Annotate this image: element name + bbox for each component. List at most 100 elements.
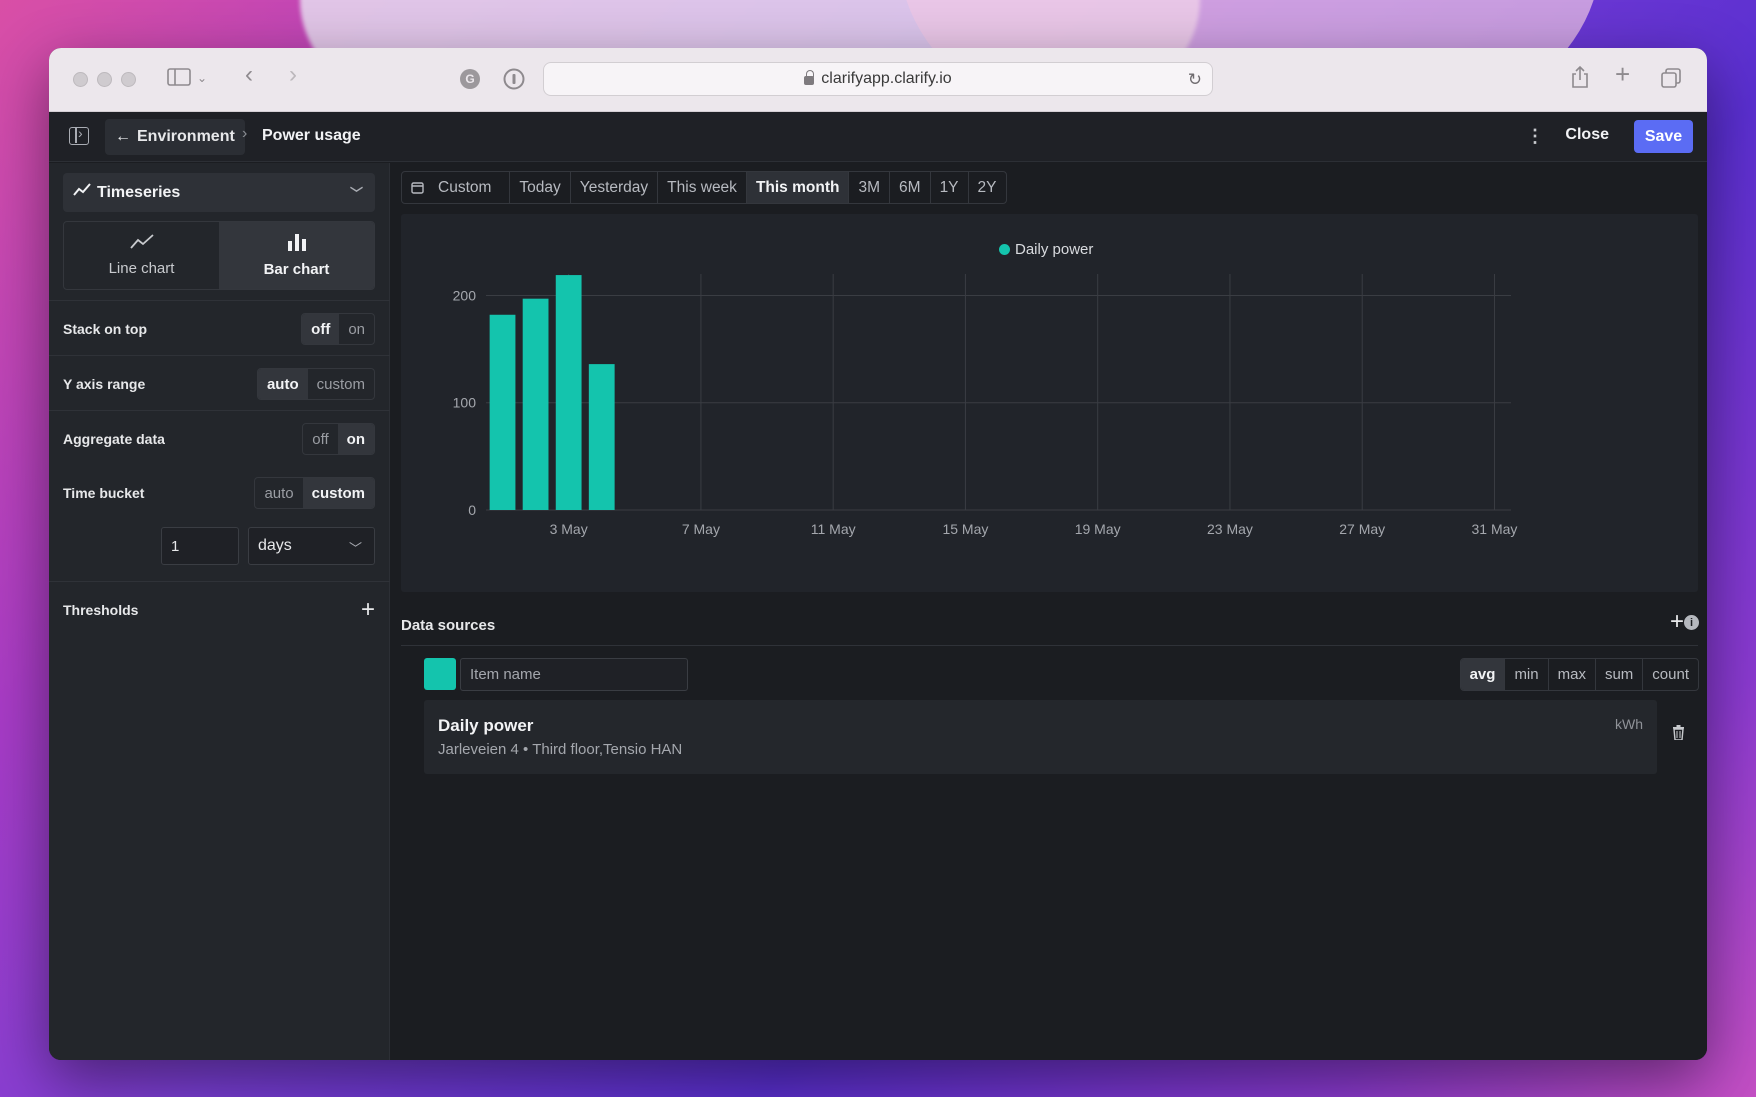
x-tick-label: 3 May	[550, 521, 588, 537]
data-source-unit: kWh	[1615, 716, 1643, 732]
aggregate-on-option[interactable]: on	[337, 424, 374, 454]
agg-sum[interactable]: sum	[1596, 659, 1644, 690]
browser-toolbar: ⌄ ‹ › G clarifyapp.clarify.io ↻ +	[49, 48, 1707, 112]
more-options-icon[interactable]: ⋮	[1526, 126, 1544, 147]
x-tick-label: 23 May	[1207, 521, 1253, 537]
x-tick-label: 19 May	[1075, 521, 1121, 537]
settings-panel: Timeseries ﹀ Line chart Bar chart Stack …	[49, 163, 390, 1060]
range-2y[interactable]: 2Y	[969, 172, 1006, 203]
time-bucket-toggle: auto custom	[254, 477, 375, 509]
stack-on-option[interactable]: on	[339, 314, 374, 344]
time-bucket-unit-select[interactable]: days ﹀	[248, 527, 375, 565]
range-custom[interactable]: Custom	[402, 172, 511, 203]
item-name-input[interactable]: Item name	[460, 658, 688, 691]
y-axis-range-toggle: auto custom	[256, 368, 375, 400]
add-threshold-icon[interactable]: +	[361, 598, 375, 622]
data-sources-title: Data sources	[401, 617, 496, 634]
share-icon[interactable]	[1570, 65, 1590, 93]
time-bucket-auto-option[interactable]: auto	[255, 478, 302, 508]
divider	[401, 645, 1698, 646]
y-tick-label: 200	[453, 287, 477, 303]
divider	[49, 300, 390, 301]
forward-arrow-icon[interactable]: ›	[289, 63, 297, 87]
x-tick-label: 7 May	[682, 521, 720, 537]
data-source-item[interactable]: Daily power Jarleveien 4 • Third floor,T…	[424, 700, 1657, 774]
reload-icon[interactable]: ↻	[1188, 70, 1202, 90]
divider	[49, 355, 390, 356]
save-button[interactable]: Save	[1634, 120, 1693, 153]
range-1y[interactable]: 1Y	[931, 172, 969, 203]
time-bucket-label: Time bucket	[63, 485, 145, 501]
x-tick-label: 15 May	[942, 521, 988, 537]
stack-off-option[interactable]: off	[302, 314, 340, 344]
x-tick-label: 11 May	[811, 521, 856, 537]
collapse-panel-icon[interactable]	[69, 125, 89, 145]
range-3m[interactable]: 3M	[849, 172, 891, 203]
time-bucket-value-input[interactable]: 1	[161, 527, 239, 565]
tab-overview-icon[interactable]	[1660, 67, 1682, 93]
password-manager-icon[interactable]	[503, 68, 525, 94]
bar-chart-option[interactable]: Bar chart	[219, 222, 374, 289]
add-data-source-icon[interactable]: +	[1670, 610, 1684, 634]
x-tick-label: 27 May	[1339, 521, 1385, 537]
minimize-window-button[interactable]	[97, 72, 112, 87]
chart-type-switcher: Line chart Bar chart	[63, 221, 375, 290]
time-bucket-custom-option[interactable]: custom	[302, 478, 374, 508]
y-axis-range-label: Y axis range	[63, 376, 146, 392]
range-today[interactable]: Today	[510, 172, 571, 203]
chevron-down-icon[interactable]: ⌄	[197, 68, 207, 88]
main-content: Custom Today Yesterday This week This mo…	[391, 163, 1707, 1060]
bar-chart-icon	[286, 233, 308, 255]
page-title: Power usage	[262, 127, 361, 144]
bar-chart: 0 100 200 3 May 7 May 11 May 15 May 19 May 23 Ma…	[453, 274, 1518, 537]
line-chart-option[interactable]: Line chart	[64, 222, 219, 289]
agg-count[interactable]: count	[1643, 659, 1698, 690]
range-yesterday[interactable]: Yesterday	[571, 172, 659, 203]
aggregation-selector: avg min max sum count	[1459, 658, 1699, 691]
bar	[522, 298, 549, 510]
trend-line-icon	[73, 183, 91, 202]
url-text: clarifyapp.clarify.io	[821, 70, 952, 87]
window-controls	[73, 72, 136, 87]
thresholds-label: Thresholds	[63, 602, 139, 618]
extension-g-icon[interactable]: G	[459, 68, 481, 94]
stack-on-top-row: Stack on top off on	[63, 312, 375, 346]
y-axis-auto-option[interactable]: auto	[257, 369, 308, 399]
visualization-type-select[interactable]: Timeseries ﹀	[63, 173, 375, 212]
trash-icon[interactable]	[1672, 725, 1685, 741]
svg-text:G: G	[465, 72, 474, 86]
time-bucket-row: Time bucket auto custom	[63, 476, 375, 510]
aggregate-data-row: Aggregate data off on	[63, 422, 375, 456]
back-arrow-icon[interactable]: ‹	[245, 63, 253, 87]
range-this-week[interactable]: This week	[658, 172, 747, 203]
calendar-icon	[411, 182, 424, 194]
x-tick-label: 31 May	[1472, 521, 1518, 537]
range-6m[interactable]: 6M	[890, 172, 931, 203]
agg-min[interactable]: min	[1505, 659, 1549, 690]
line-chart-icon	[129, 234, 154, 254]
agg-avg[interactable]: avg	[1460, 659, 1506, 690]
address-bar[interactable]: clarifyapp.clarify.io ↻	[543, 62, 1213, 96]
stack-on-top-toggle: off on	[301, 313, 375, 345]
info-icon[interactable]: i	[1684, 615, 1699, 630]
range-this-month[interactable]: This month	[746, 172, 850, 203]
breadcrumb-back-button[interactable]: ← Environment	[105, 119, 245, 155]
close-window-button[interactable]	[73, 72, 88, 87]
bar-chart-label: Bar chart	[263, 261, 330, 278]
bar	[489, 314, 516, 510]
chevron-down-icon: ﹀	[348, 541, 362, 556]
new-tab-icon[interactable]: +	[1615, 61, 1630, 87]
time-bucket-unit-label: days	[258, 537, 292, 554]
y-tick-label: 100	[453, 395, 477, 411]
browser-window: ⌄ ‹ › G clarifyapp.clarify.io ↻ + ← Envi…	[49, 48, 1707, 1060]
agg-max[interactable]: max	[1549, 659, 1596, 690]
sidebar-toggle-icon[interactable]	[167, 67, 191, 91]
time-range-selector: Custom Today Yesterday This week This mo…	[401, 171, 1007, 204]
data-source-name: Daily power	[438, 716, 534, 735]
y-axis-custom-option[interactable]: custom	[308, 369, 374, 399]
aggregate-off-option[interactable]: off	[303, 424, 337, 454]
zoom-window-button[interactable]	[121, 72, 136, 87]
series-color-picker[interactable]	[424, 658, 456, 690]
close-button[interactable]: Close	[1565, 126, 1609, 144]
thresholds-row: Thresholds +	[63, 593, 375, 627]
